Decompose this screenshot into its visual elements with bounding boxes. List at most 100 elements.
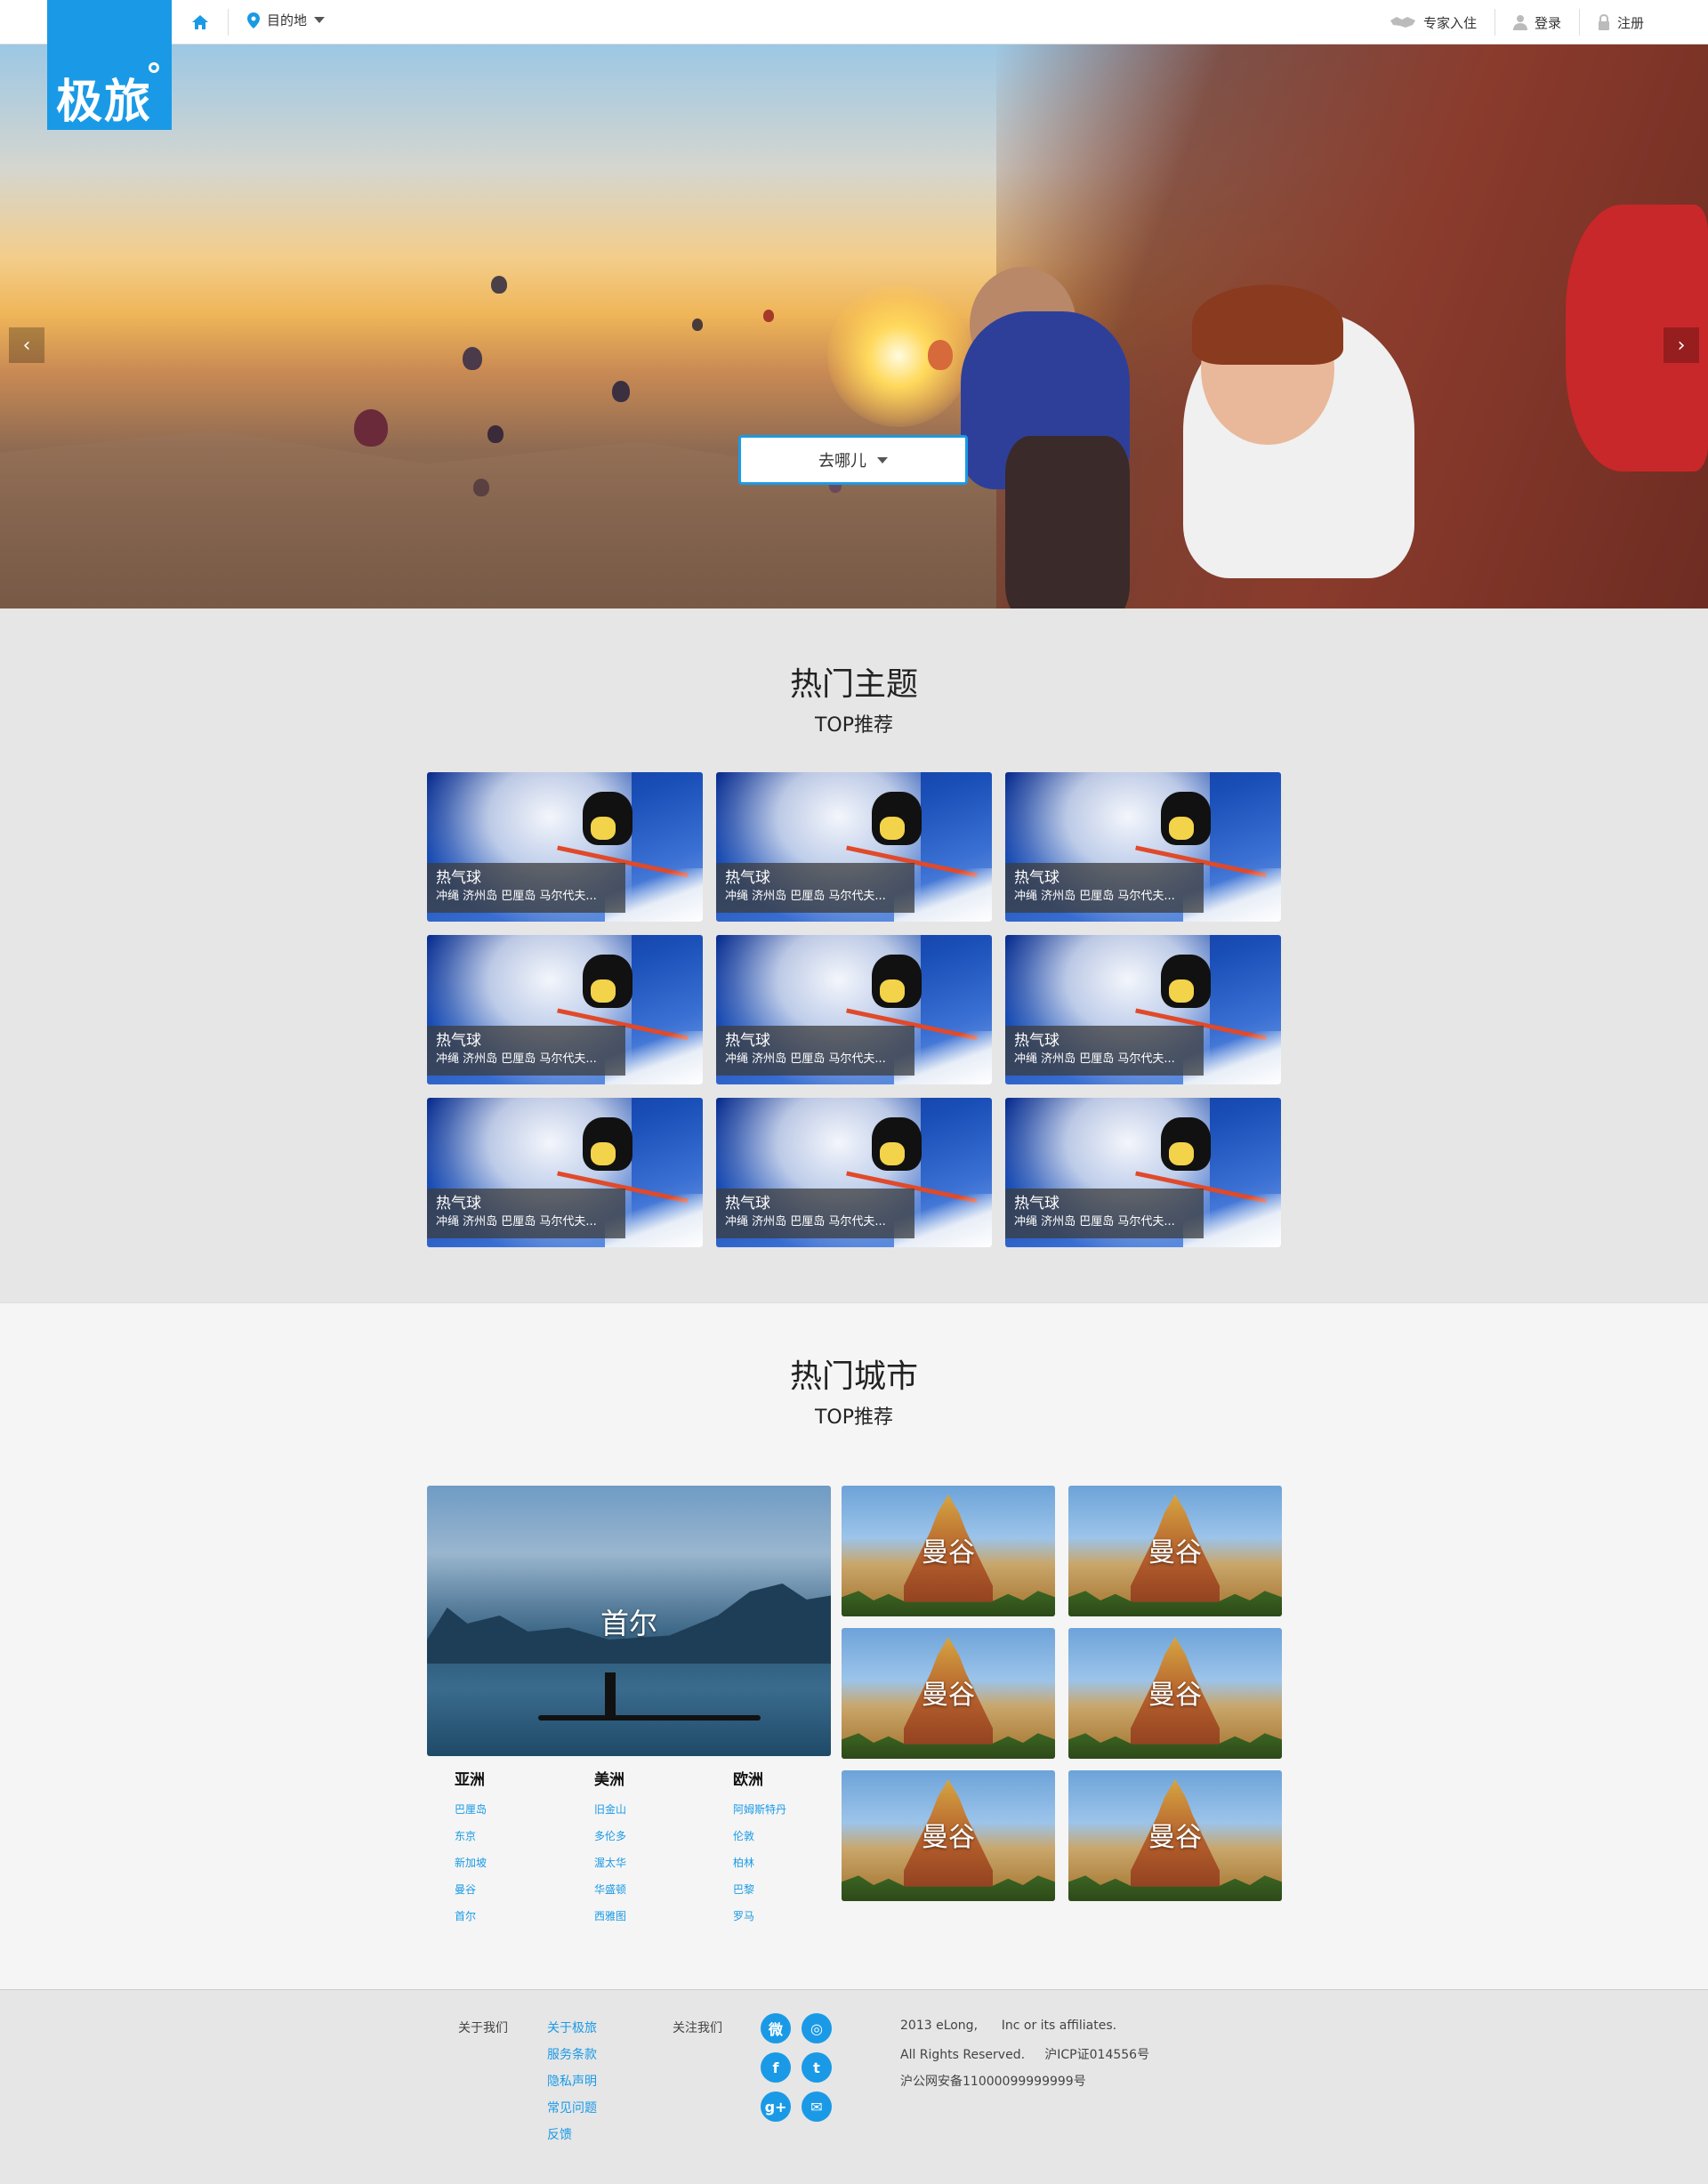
facebook-icon[interactable]: f — [761, 2052, 791, 2083]
balloon-image — [692, 318, 703, 331]
theme-name: 热气球 — [1014, 1032, 1059, 1050]
city-link[interactable]: 西雅图 — [594, 1903, 719, 1930]
city-link[interactable]: 柏林 — [733, 1850, 858, 1876]
skier-image — [880, 979, 905, 1003]
twitter-icon[interactable]: t — [802, 2052, 832, 2083]
region-title: 亚洲 — [455, 1771, 485, 1789]
hero-banner: ‹ › 去哪儿 — [0, 44, 1708, 608]
expert-label: 专家入住 — [1422, 14, 1477, 31]
city-link[interactable]: 旧金山 — [594, 1796, 719, 1823]
skier-image — [591, 1142, 616, 1165]
city-link[interactable]: 罗马 — [733, 1903, 858, 1930]
theme-card[interactable]: 热气球 冲绳 济州岛 巴厘岛 马尔代夫... — [716, 772, 992, 922]
theme-caption: 热气球 冲绳 济州岛 巴厘岛 马尔代夫... — [1005, 1026, 1204, 1076]
weibo-icon[interactable]: 微 — [761, 2013, 791, 2043]
balloon-image — [928, 340, 953, 370]
theme-desc: 冲绳 济州岛 巴厘岛 马尔代夫... — [725, 1215, 886, 1229]
region-asia: 亚洲 巴厘岛 东京 新加坡 曼谷 首尔 — [455, 1767, 579, 1930]
theme-desc: 冲绳 济州岛 巴厘岛 马尔代夫... — [1014, 1052, 1175, 1066]
theme-desc: 冲绳 济州岛 巴厘岛 马尔代夫... — [436, 1215, 597, 1229]
city-tile[interactable]: 曼谷 — [1068, 1770, 1282, 1901]
city-link[interactable]: 曼谷 — [455, 1876, 579, 1903]
theme-card[interactable]: 热气球 冲绳 济州岛 巴厘岛 马尔代夫... — [427, 1098, 703, 1247]
footer-link[interactable]: 隐私声明 — [547, 2072, 597, 2090]
where-to-go-button[interactable]: 去哪儿 — [738, 435, 968, 485]
destination-dropdown[interactable]: 目的地 — [247, 11, 326, 29]
theme-card[interactable]: 热气球 冲绳 济州岛 巴厘岛 马尔代夫... — [1005, 772, 1281, 922]
wechat-icon[interactable]: ◎ — [802, 2013, 832, 2043]
city-name: 曼谷 — [1148, 1537, 1202, 1568]
city-name: 曼谷 — [922, 1680, 975, 1711]
footer-link[interactable]: 反馈 — [547, 2125, 572, 2143]
carousel-prev-button[interactable]: ‹ — [9, 327, 44, 363]
theme-card[interactable]: 热气球 冲绳 济州岛 巴厘岛 马尔代夫... — [1005, 1098, 1281, 1247]
featured-city-card[interactable]: 首尔 — [427, 1486, 831, 1756]
theme-card[interactable]: 热气球 冲绳 济州岛 巴厘岛 马尔代夫... — [427, 772, 703, 922]
carousel-next-button[interactable]: › — [1664, 327, 1699, 363]
city-link[interactable]: 华盛顿 — [594, 1876, 719, 1903]
city-link[interactable]: 东京 — [455, 1823, 579, 1850]
city-tile[interactable]: 曼谷 — [842, 1486, 1055, 1616]
logo-degree-mark — [149, 62, 159, 73]
theme-card[interactable]: 热气球 冲绳 济州岛 巴厘岛 马尔代夫... — [427, 935, 703, 1084]
lock-icon — [1598, 14, 1609, 30]
city-tile[interactable]: 曼谷 — [1068, 1628, 1282, 1759]
city-link[interactable]: 新加坡 — [455, 1850, 579, 1876]
theme-card[interactable]: 热气球 冲绳 济州岛 巴厘岛 马尔代夫... — [716, 1098, 992, 1247]
city-name: 曼谷 — [922, 1822, 975, 1853]
theme-name: 热气球 — [1014, 1195, 1059, 1213]
home-icon[interactable] — [190, 12, 210, 32]
city-link[interactable]: 巴厘岛 — [455, 1796, 579, 1823]
copyright-line: 沪公网安备11000099999999号 — [900, 2075, 1086, 2089]
skier-image — [591, 817, 616, 840]
skier-image — [1169, 817, 1194, 840]
expert-join-link[interactable]: 专家入住 — [1372, 9, 1494, 36]
email-icon[interactable]: ✉ — [802, 2091, 832, 2122]
copyright-line: All Rights Reserved. 沪ICP证014556号 — [900, 2048, 1150, 2062]
theme-caption: 热气球 冲绳 济州岛 巴厘岛 马尔代夫... — [716, 863, 914, 913]
theme-name: 热气球 — [725, 869, 770, 887]
destination-label: 目的地 — [267, 12, 308, 28]
city-tile[interactable]: 曼谷 — [842, 1628, 1055, 1759]
theme-card[interactable]: 热气球 冲绳 济州岛 巴厘岛 马尔代夫... — [716, 935, 992, 1084]
city-link[interactable]: 多伦多 — [594, 1823, 719, 1850]
fisherman-image — [605, 1672, 616, 1715]
city-tile[interactable]: 曼谷 — [842, 1770, 1055, 1901]
city-link[interactable]: 渥太华 — [594, 1850, 719, 1876]
city-link[interactable]: 伦敦 — [733, 1823, 858, 1850]
theme-caption: 热气球 冲绳 济州岛 巴厘岛 马尔代夫... — [1005, 1189, 1204, 1238]
theme-caption: 热气球 冲绳 济州岛 巴厘岛 马尔代夫... — [427, 1026, 625, 1076]
nav-divider — [228, 9, 229, 36]
balloon-image — [612, 381, 630, 402]
city-link[interactable]: 首尔 — [455, 1903, 579, 1930]
brand-logo[interactable]: 极旅 — [47, 0, 172, 130]
footer-link[interactable]: 常见问题 — [547, 2099, 597, 2116]
skier-image — [591, 979, 616, 1003]
balloon-image — [763, 310, 774, 322]
themes-title: 热门主题 — [789, 666, 918, 703]
footer-link[interactable]: 关于极旅 — [547, 2019, 597, 2036]
register-link[interactable]: 注册 — [1578, 9, 1662, 36]
register-label: 注册 — [1616, 14, 1644, 31]
city-name: 曼谷 — [1148, 1680, 1202, 1711]
skier-image — [1169, 1142, 1194, 1165]
theme-caption: 热气球 冲绳 济州岛 巴厘岛 马尔代夫... — [1005, 863, 1204, 913]
theme-name: 热气球 — [1014, 869, 1059, 887]
theme-desc: 冲绳 济州岛 巴厘岛 马尔代夫... — [436, 1052, 597, 1066]
where-to-go-label: 去哪儿 — [818, 452, 866, 471]
city-link[interactable]: 巴黎 — [733, 1876, 858, 1903]
theme-name: 热气球 — [436, 1032, 481, 1050]
theme-desc: 冲绳 济州岛 巴厘岛 马尔代夫... — [436, 890, 597, 903]
city-link[interactable]: 阿姆斯特丹 — [733, 1796, 858, 1823]
balloon-image — [487, 425, 504, 443]
city-tile[interactable]: 曼谷 — [1068, 1486, 1282, 1616]
theme-caption: 热气球 冲绳 济州岛 巴厘岛 马尔代夫... — [716, 1189, 914, 1238]
theme-name: 热气球 — [725, 1032, 770, 1050]
raft-image — [538, 1715, 761, 1721]
footer-link[interactable]: 服务条款 — [547, 2045, 597, 2063]
balloon-image — [491, 276, 507, 294]
theme-card[interactable]: 热气球 冲绳 济州岛 巴厘岛 马尔代夫... — [1005, 935, 1281, 1084]
googleplus-icon[interactable]: g+ — [761, 2091, 791, 2122]
login-link[interactable]: 登录 — [1494, 9, 1579, 36]
theme-caption: 热气球 冲绳 济州岛 巴厘岛 马尔代夫... — [716, 1026, 914, 1076]
